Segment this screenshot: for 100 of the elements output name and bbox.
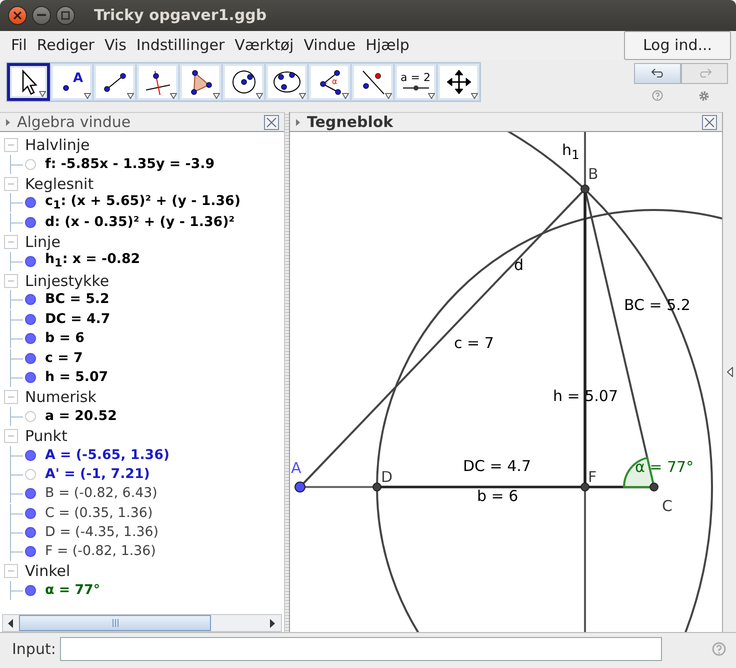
collapse-toggle[interactable] — [4, 428, 18, 443]
group-heading: Linjestykke — [25, 272, 110, 290]
visibility-toggle[interactable] — [25, 508, 36, 519]
input-label: Input: — [12, 640, 56, 658]
grip-icon — [112, 619, 118, 628]
collapse-toggle[interactable] — [4, 176, 18, 191]
collapse-toggle[interactable] — [4, 274, 18, 288]
dropdown-triangle-icon — [471, 93, 478, 100]
menu-item[interactable]: Hjælp — [360, 36, 414, 54]
menu-item[interactable]: Vindue — [298, 36, 361, 54]
collapse-toggle[interactable] — [4, 390, 18, 404]
panel-title: Algebra vindue — [17, 113, 131, 132]
tool-button[interactable]: α — [308, 63, 351, 102]
algebra-entry[interactable]: a = 20.52 — [45, 408, 117, 424]
algebra-entry[interactable]: h = 5.07 — [45, 370, 108, 385]
collapse-toggle[interactable] — [4, 564, 18, 578]
visibility-toggle[interactable] — [25, 216, 36, 228]
redo-icon — [698, 68, 712, 78]
dropdown-triangle-icon — [299, 93, 306, 100]
algebra-entry[interactable]: DC = 4.7 — [45, 312, 110, 327]
menu-item[interactable]: Vis — [99, 36, 132, 54]
point-label: D — [381, 469, 393, 486]
point[interactable] — [294, 482, 306, 493]
tool-button[interactable]: a = 2 — [394, 63, 437, 102]
visibility-toggle[interactable] — [25, 314, 36, 325]
close-button[interactable] — [702, 114, 717, 130]
point[interactable] — [580, 184, 590, 194]
window-title: Tricky opgaver1.ggb — [94, 6, 267, 24]
maximize-icon — [61, 10, 70, 20]
algebra-entry[interactable]: B = (-0.82, 6.43) — [45, 486, 158, 502]
menu-item[interactable]: Indstillinger — [131, 36, 230, 54]
undo-button[interactable] — [634, 62, 681, 84]
algebra-entry[interactable]: C = (0.35, 1.36) — [45, 506, 153, 521]
login-button[interactable]: Log ind... — [624, 30, 731, 60]
menu-item[interactable]: Fil — [6, 36, 32, 54]
algebra-entry[interactable]: BC = 5.2 — [45, 292, 110, 308]
point-label: A — [291, 460, 302, 478]
scroll-thumb[interactable] — [19, 615, 211, 632]
algebra-entry[interactable]: α = 77° — [45, 583, 100, 598]
visibility-toggle[interactable] — [25, 546, 36, 558]
dropdown-triangle-icon — [428, 93, 435, 100]
minimize-button[interactable] — [32, 6, 51, 25]
maximize-button[interactable] — [56, 6, 75, 25]
algebra-entry[interactable]: c = 7 — [45, 350, 83, 366]
panel-title: Tegneblok — [307, 113, 394, 132]
object-label: d — [514, 257, 524, 274]
group-heading: Halvlinje — [25, 136, 90, 154]
group-heading: Punkt — [25, 426, 68, 445]
scroll-right-icon[interactable] — [270, 618, 276, 628]
algebra-entry[interactable]: f: -5.85x - 1.35y = -3.9 — [45, 156, 215, 172]
collapse-toggle[interactable] — [4, 234, 18, 249]
algebra-entry[interactable]: D = (-4.35, 1.36) — [45, 525, 158, 540]
point-label: B — [588, 166, 598, 184]
algebra-entry[interactable]: F = (-0.82, 1.36) — [45, 544, 156, 560]
visibility-toggle[interactable] — [25, 585, 36, 596]
side-panel-triangle-icon[interactable] — [726, 367, 732, 378]
collapse-toggle[interactable] — [4, 138, 18, 152]
dropdown-triangle-icon — [84, 93, 91, 100]
object-label: h$_{1}$ — [562, 142, 580, 164]
close-button[interactable] — [264, 114, 279, 130]
scroll-left-icon[interactable] — [8, 618, 14, 628]
slider-icon-text: a = 2 — [400, 72, 430, 84]
expand-triangle-icon[interactable] — [295, 118, 301, 127]
visibility-toggle[interactable] — [25, 527, 36, 538]
visibility-toggle[interactable] — [25, 488, 36, 500]
tool-button[interactable] — [7, 63, 50, 102]
visibility-toggle[interactable] — [25, 294, 36, 306]
point[interactable] — [372, 482, 382, 492]
input-field[interactable] — [60, 636, 662, 661]
dropdown-triangle-icon — [127, 93, 134, 100]
object-label: b = 6 — [477, 488, 518, 506]
object-label: α = 77° — [635, 459, 694, 476]
visibility-toggle[interactable] — [25, 352, 36, 364]
point[interactable] — [580, 482, 590, 492]
close-icon — [266, 116, 277, 128]
algebra-entry[interactable]: c$_{1}$: (x + 5.65)² + (y - 1.36) — [45, 194, 240, 212]
expand-triangle-icon[interactable] — [5, 118, 11, 127]
close-button[interactable] — [8, 6, 27, 25]
dropdown-triangle-icon — [385, 93, 392, 100]
close-icon — [13, 10, 22, 20]
settings-icon[interactable] — [698, 90, 710, 102]
algebra-entry[interactable]: d: (x - 0.35)² + (y - 1.36)² — [45, 214, 235, 230]
menu-item[interactable]: Værktøj — [230, 36, 299, 54]
algebra-entry[interactable]: b = 6 — [45, 331, 84, 346]
group-heading: Vinkel — [25, 562, 70, 580]
visibility-toggle[interactable] — [25, 372, 36, 383]
algebra-entry[interactable]: A' = (-1, 7.21) — [45, 466, 150, 482]
menu-item[interactable]: Rediger — [32, 36, 100, 54]
point-label: F — [588, 469, 597, 486]
visibility-toggle[interactable] — [25, 197, 36, 208]
algebra-entry[interactable]: h$_{1}$: x = -0.82 — [45, 252, 140, 270]
visibility-toggle[interactable] — [25, 450, 36, 461]
tool-button[interactable]: A — [50, 63, 93, 102]
object-label: DC = 4.7 — [463, 458, 531, 476]
visibility-toggle[interactable] — [25, 333, 36, 344]
visibility-toggle[interactable] — [25, 256, 36, 267]
dropdown-triangle-icon — [170, 93, 177, 100]
point[interactable] — [650, 482, 658, 492]
point-label: C — [662, 498, 672, 516]
algebra-entry[interactable]: A = (-5.65, 1.36) — [45, 448, 170, 463]
